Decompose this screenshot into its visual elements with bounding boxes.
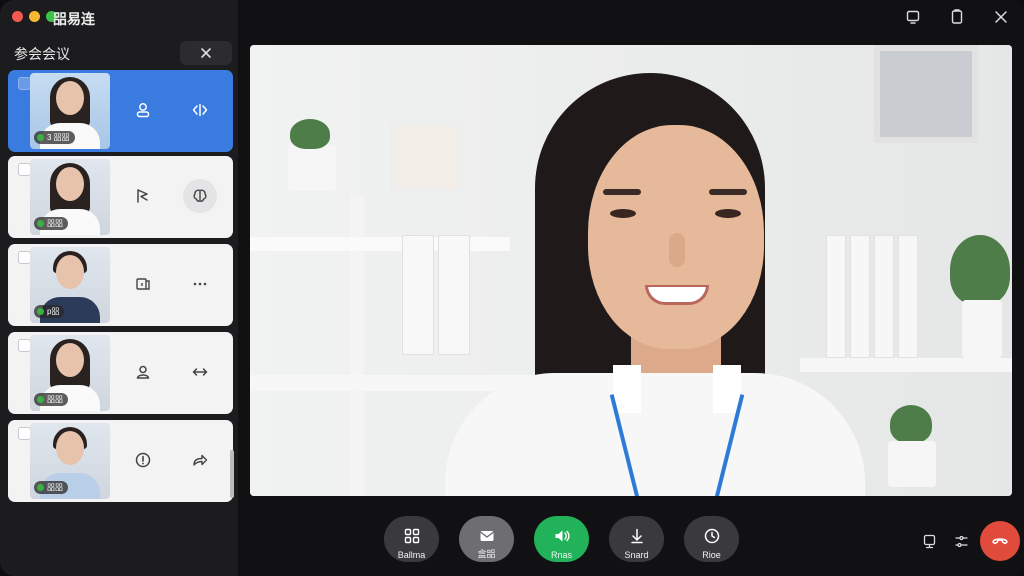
- brain-icon: [193, 189, 207, 202]
- plant-pot: [288, 145, 336, 191]
- mic-icon: [37, 484, 44, 491]
- close-window-button[interactable]: [992, 8, 1010, 26]
- end-call-icon: [992, 538, 1008, 545]
- participant-card[interactable]: 㗊㗊: [8, 332, 233, 414]
- audio-button[interactable]: Rnas: [534, 516, 589, 562]
- main-video[interactable]: [250, 45, 1012, 496]
- close-window-icon: [995, 11, 1007, 23]
- participant-name: 㗊㗊: [47, 219, 63, 228]
- code-arrows-button[interactable]: [183, 93, 217, 127]
- forward-icon: [193, 454, 208, 466]
- download-button[interactable]: Snard: [609, 516, 664, 562]
- download-icon: [630, 528, 643, 544]
- bottom-right-tools: [916, 521, 1020, 561]
- swap-icon: [192, 368, 208, 376]
- user-switch-button[interactable]: [126, 355, 160, 389]
- mic-icon: [37, 396, 44, 403]
- mic-icon: [37, 220, 44, 227]
- plant: [890, 405, 932, 443]
- plant-pot: [962, 300, 1002, 358]
- forward-button[interactable]: [183, 443, 217, 477]
- layout-label: Ballma: [397, 550, 426, 560]
- minimize-window-icon: [906, 10, 920, 24]
- more-button[interactable]: [183, 267, 217, 301]
- end-call-button[interactable]: [980, 521, 1020, 561]
- participant-name: 3 㗊㗊: [47, 133, 70, 142]
- name-tag: 㗊㗊: [34, 393, 68, 406]
- participant-card[interactable]: 㗊㗊: [8, 420, 233, 502]
- brain-button[interactable]: [183, 179, 217, 213]
- maximize-window-icon: [951, 9, 963, 24]
- device-icon: [923, 534, 935, 548]
- info-icon: [135, 452, 151, 468]
- participant-thumbnail: 㗊㗊: [30, 159, 110, 235]
- participant-thumbnail: 㗊㗊: [30, 423, 110, 499]
- plant: [290, 119, 330, 149]
- wall-art: [874, 45, 978, 143]
- meeting-window: 㗊易连 参会会议 3 㗊㗊 㗊㗊 p㗊 㗊㗊 㗊㗊 Ballma 盒㗊 Rnas…: [0, 0, 1024, 576]
- grid-icon: [404, 528, 419, 544]
- code-arrows-icon: [192, 103, 208, 117]
- mic-icon: [37, 308, 44, 315]
- participant-name: 㗊㗊: [47, 483, 63, 492]
- more-icon: [193, 282, 207, 286]
- settings-button[interactable]: [948, 528, 974, 554]
- chat-label: 盒㗊: [477, 549, 496, 559]
- plant: [950, 235, 1010, 305]
- pointer-arrow-icon: [137, 189, 148, 203]
- participant-thumbnail: 3 㗊㗊: [30, 73, 110, 149]
- minimize-window-button[interactable]: [904, 8, 922, 26]
- app-title: 㗊易连: [53, 11, 95, 27]
- participant-card[interactable]: 3 㗊㗊: [8, 70, 233, 152]
- window-toolbar: [904, 8, 1010, 26]
- close-icon: [201, 48, 211, 58]
- participant-card[interactable]: 㗊㗊: [8, 156, 233, 238]
- minimize-dot[interactable]: [29, 11, 40, 22]
- binder: [402, 235, 434, 355]
- record-button[interactable]: Rioe: [684, 516, 739, 562]
- person-icon: [136, 103, 150, 118]
- speaker-person: [445, 73, 865, 496]
- info-button[interactable]: [126, 443, 160, 477]
- chat-button[interactable]: 盒㗊: [459, 516, 514, 562]
- maximize-window-button[interactable]: [948, 8, 966, 26]
- close-dot[interactable]: [12, 11, 23, 22]
- screen-share-icon: [136, 278, 150, 290]
- user-switch-icon: [136, 365, 150, 379]
- plant-pot: [888, 441, 936, 487]
- participant-card[interactable]: p㗊: [8, 244, 233, 326]
- chat-icon: [479, 531, 494, 541]
- swap-button[interactable]: [183, 355, 217, 389]
- name-tag: 㗊㗊: [34, 217, 68, 230]
- speaker-icon: [555, 530, 570, 542]
- call-controls: Ballma 盒㗊 Rnas Snard Rioe: [384, 516, 739, 562]
- participants-sidebar: 㗊易连 参会会议 3 㗊㗊 㗊㗊 p㗊 㗊㗊 㗊㗊: [0, 0, 238, 576]
- device-button[interactable]: [916, 528, 942, 554]
- record-icon: [704, 528, 719, 544]
- pointer-button[interactable]: [126, 179, 160, 213]
- participant-name: 㗊㗊: [47, 395, 63, 404]
- panel-close-button[interactable]: [180, 41, 232, 65]
- name-tag: 㗊㗊: [34, 481, 68, 494]
- participant-name: p㗊: [47, 307, 60, 316]
- name-tag: 3 㗊㗊: [34, 131, 75, 144]
- sidebar-title: 参会会议: [14, 46, 70, 62]
- participant-thumbnail: p㗊: [30, 247, 110, 323]
- audio-label: Rnas: [550, 550, 572, 560]
- download-label: Snard: [624, 550, 649, 560]
- layout-button[interactable]: Ballma: [384, 516, 439, 562]
- screen-share-button[interactable]: [126, 267, 160, 301]
- sidebar-scrollbar[interactable]: [230, 450, 234, 498]
- window-controls: [12, 11, 57, 22]
- record-label: Rioe: [702, 550, 721, 560]
- participant-thumbnail: 㗊㗊: [30, 335, 110, 411]
- name-tag: p㗊: [34, 305, 65, 318]
- person-button[interactable]: [126, 93, 160, 127]
- settings-icon: [954, 535, 968, 547]
- mic-icon: [37, 134, 44, 141]
